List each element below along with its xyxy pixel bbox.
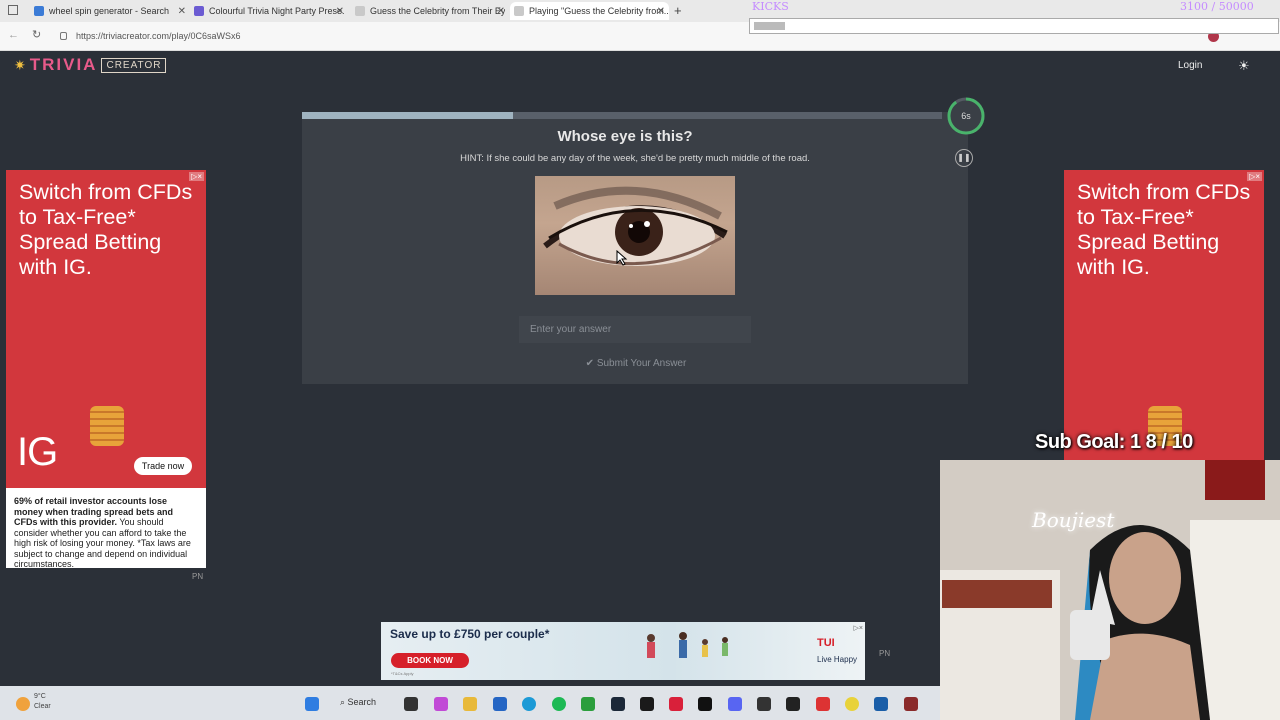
- app-icon[interactable]: [640, 697, 654, 711]
- pause-icon[interactable]: ❚❚: [955, 149, 973, 167]
- weather-icon[interactable]: [16, 697, 30, 711]
- login-button[interactable]: Login: [1178, 60, 1202, 71]
- adchoices-icon[interactable]: ▷×: [1247, 172, 1262, 181]
- close-icon[interactable]: ✕: [178, 6, 186, 17]
- slides-icon: [194, 6, 204, 16]
- tab-label: Colourful Trivia Night Party Prese...: [209, 6, 344, 16]
- app-icon[interactable]: [816, 697, 830, 711]
- spotify-icon[interactable]: [552, 697, 566, 711]
- discord-icon[interactable]: [728, 697, 742, 711]
- windows-start-icon[interactable]: [305, 697, 319, 711]
- lock-icon[interactable]: [60, 32, 67, 40]
- kicks-goal-bar: [749, 18, 1279, 34]
- steam-icon[interactable]: [611, 697, 625, 711]
- kicks-goal-fill: [754, 22, 786, 30]
- ig-logo: IG: [17, 430, 58, 474]
- adchoices-icon[interactable]: ▷×: [189, 172, 204, 181]
- outlook-icon[interactable]: [493, 697, 507, 711]
- pn-label-bottom: PN: [879, 649, 891, 658]
- quiz-progress-bar: [302, 112, 942, 119]
- answer-input[interactable]: Enter your answer: [519, 316, 751, 343]
- xbox-icon[interactable]: [581, 697, 595, 711]
- weather-desc: Clear: [34, 703, 51, 710]
- sub-goal-label: Sub Goal: 1 8 / 10: [1035, 431, 1193, 453]
- back-arrow-icon[interactable]: ←: [8, 29, 19, 41]
- tiktok-icon[interactable]: [698, 697, 712, 711]
- close-icon[interactable]: ✕: [657, 6, 665, 17]
- ad-disclaimer: 69% of retail investor accounts lose mon…: [6, 488, 206, 569]
- page-icon: [514, 6, 524, 16]
- tab-guess-celebrity[interactable]: Guess the Celebrity from Their Ey... ✕: [355, 2, 505, 20]
- tab-label: Playing "Guess the Celebrity from...: [529, 6, 669, 16]
- tab-actions-icon[interactable]: [8, 5, 18, 15]
- weather-temp: 9°C: [34, 693, 46, 700]
- refresh-icon[interactable]: ↻: [32, 28, 41, 41]
- tab-label: wheel spin generator - Search: [49, 6, 170, 16]
- coin-stack-icon: [90, 406, 124, 446]
- copilot-icon[interactable]: [434, 697, 448, 711]
- book-now-button[interactable]: BOOK NOW: [391, 653, 469, 668]
- bottom-banner-ad[interactable]: Save up to £750 per couple* BOOK NOW TUI…: [381, 622, 865, 680]
- task-view-icon[interactable]: [404, 697, 418, 711]
- tab-label: Guess the Celebrity from Their Ey...: [370, 6, 505, 16]
- bottom-ad-title: Save up to £750 per couple*: [390, 627, 550, 641]
- trivia-creator-logo[interactable]: ✷ TRIVIA CREATOR: [14, 55, 167, 75]
- question-image: [535, 176, 735, 295]
- tui-logo: TUI: [817, 637, 835, 649]
- logo-creator-text: CREATOR: [101, 57, 167, 73]
- new-tab-button[interactable]: +: [674, 3, 682, 18]
- page-icon: [355, 6, 365, 16]
- tui-tagline: Live Happy: [817, 655, 858, 664]
- logo-trivia-text: TRIVIA: [29, 55, 98, 74]
- close-icon[interactable]: ✕: [336, 6, 344, 17]
- weather-widget[interactable]: 9°C Clear: [34, 692, 51, 712]
- edge-icon[interactable]: [522, 697, 536, 711]
- sun-icon[interactable]: ☀: [1238, 58, 1250, 74]
- tab-playing-guess[interactable]: Playing "Guess the Celebrity from... ✕: [510, 2, 669, 20]
- trade-now-button[interactable]: Trade now: [134, 457, 192, 475]
- tab-colourful-trivia[interactable]: Colourful Trivia Night Party Prese... ✕: [194, 2, 344, 20]
- pn-label-left: PN: [192, 572, 204, 581]
- search-label: Search: [347, 697, 377, 707]
- adchoices-icon[interactable]: ▷×: [854, 624, 863, 632]
- webcam-feed: Boujiest: [940, 460, 1280, 720]
- submit-label: Submit Your Answer: [596, 358, 687, 369]
- checkmark-icon: ✔: [585, 358, 597, 369]
- quiz-progress-fill: [302, 112, 514, 119]
- app-icon[interactable]: [874, 697, 888, 711]
- quiz-card: Whose eye is this? HINT: If she could be…: [302, 112, 968, 384]
- left-side-ad[interactable]: Switch from CFDs to Tax-Free* Spread Bet…: [6, 170, 206, 488]
- ad-headline: Switch from CFDs to Tax-Free* Spread Bet…: [1077, 180, 1251, 279]
- app-icon[interactable]: [786, 697, 800, 711]
- obs-icon[interactable]: [757, 697, 771, 711]
- search-icon: ⌕: [340, 697, 348, 707]
- mouse-cursor-icon: [616, 250, 628, 266]
- timer-label: 6s: [961, 111, 971, 121]
- ad-headline: Switch from CFDs to Tax-Free* Spread Bet…: [19, 180, 193, 279]
- sparkle-icon: ✷: [14, 56, 26, 73]
- bottom-ad-fineprint: *T&Cs Apply: [391, 671, 414, 676]
- tab-wheel-spin[interactable]: wheel spin generator - Search ✕: [34, 2, 186, 20]
- search-icon: [34, 6, 44, 16]
- neon-sign: Boujiest: [1032, 508, 1115, 532]
- family-beach-image: [647, 632, 728, 658]
- app-icon[interactable]: [904, 697, 918, 711]
- taskbar-search-button[interactable]: ⌕ Search: [340, 697, 376, 708]
- submit-answer-button[interactable]: ✔ Submit Your Answer: [552, 353, 720, 375]
- hint-text: HINT: If she could be any day of the wee…: [460, 153, 810, 164]
- app-icon[interactable]: [845, 697, 859, 711]
- kicks-goal-count: 3100 / 50000: [1180, 0, 1254, 13]
- text-app-icon[interactable]: [669, 697, 683, 711]
- question-text: Whose eye is this?: [557, 128, 693, 145]
- file-explorer-icon[interactable]: [463, 697, 477, 711]
- close-icon[interactable]: ✕: [497, 6, 505, 17]
- kicks-goal-label: KICKS: [752, 0, 789, 13]
